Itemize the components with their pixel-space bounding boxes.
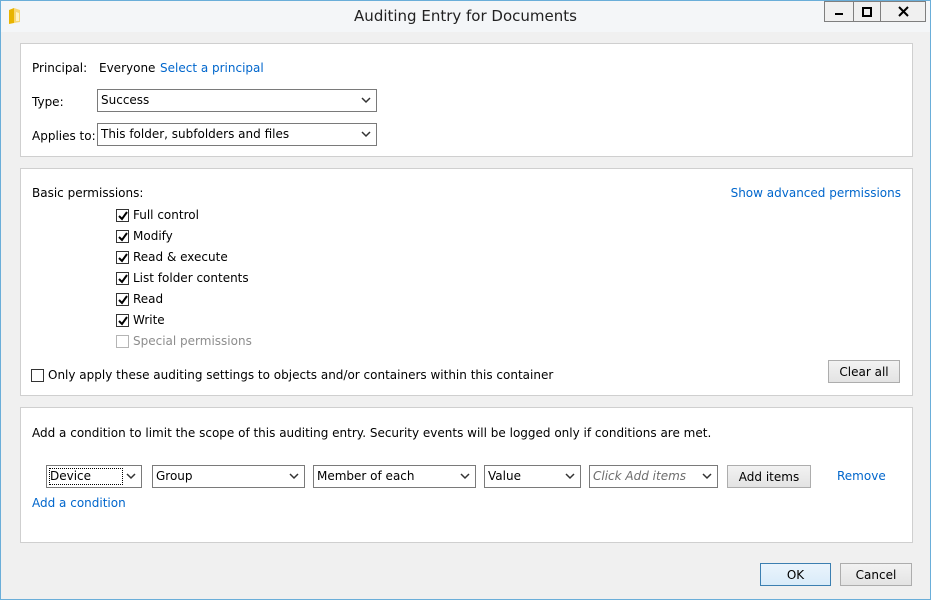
permission-row[interactable]: Read & execute — [116, 249, 228, 265]
maximize-icon — [862, 6, 872, 17]
permission-row[interactable]: Modify — [116, 228, 173, 244]
permission-row[interactable]: Full control — [116, 207, 199, 223]
checkmark-icon — [118, 210, 128, 221]
permission-label: Special permissions — [133, 334, 252, 348]
permission-label: Read & execute — [133, 250, 228, 264]
remove-condition-link[interactable]: Remove — [837, 469, 886, 483]
maximize-button[interactable] — [853, 1, 880, 22]
chevron-down-icon — [565, 473, 575, 480]
permission-checkbox[interactable] — [116, 271, 129, 285]
permission-checkbox — [116, 334, 129, 348]
clear-all-button[interactable]: Clear all — [828, 360, 900, 383]
permission-row[interactable]: List folder contents — [116, 270, 249, 286]
chevron-down-icon — [460, 473, 470, 480]
items-placeholder: Click Add items — [593, 469, 687, 483]
type-select-value: Success — [101, 93, 150, 107]
permission-checkbox[interactable] — [116, 250, 129, 264]
permission-checkbox[interactable] — [116, 208, 129, 222]
attribute-value: Group — [156, 469, 193, 483]
value-type-value: Value — [488, 469, 521, 483]
checkmark-icon — [118, 273, 128, 284]
close-button[interactable] — [880, 1, 926, 22]
checkmark-icon — [118, 231, 128, 242]
condition-description: Add a condition to limit the scope of th… — [32, 426, 712, 440]
only-apply-checkbox-row[interactable]: Only apply these auditing settings to ob… — [31, 367, 553, 383]
operator-value: Member of each — [317, 469, 415, 483]
value-type-select[interactable]: Value — [484, 465, 581, 488]
permission-checkbox[interactable] — [116, 292, 129, 306]
permission-label: Modify — [133, 229, 173, 243]
type-label: Type: — [32, 95, 64, 109]
items-select[interactable]: Click Add items — [589, 465, 718, 488]
applies-to-select[interactable]: This folder, subfolders and files — [97, 123, 377, 146]
type-select[interactable]: Success — [97, 89, 377, 112]
condition-section: Add a condition to limit the scope of th… — [20, 407, 913, 543]
permission-row: Special permissions — [116, 333, 252, 349]
principal-label: Principal: — [32, 61, 88, 75]
chevron-down-icon — [289, 473, 299, 480]
window-title: Auditing Entry for Documents — [354, 7, 577, 25]
checkmark-icon — [118, 294, 128, 305]
close-icon — [897, 6, 909, 17]
add-condition-link[interactable]: Add a condition — [32, 496, 126, 510]
operator-select[interactable]: Member of each — [313, 465, 476, 488]
attribute-source-value: Device — [50, 469, 92, 483]
permission-label: Read — [133, 292, 164, 306]
permission-row[interactable]: Write — [116, 312, 165, 328]
basic-permissions-heading: Basic permissions: — [32, 186, 144, 200]
applies-to-label: Applies to: — [32, 129, 96, 143]
add-items-button[interactable]: Add items — [727, 465, 811, 488]
permissions-section: Basic permissions: Show advanced permiss… — [20, 168, 913, 396]
chevron-down-icon — [361, 131, 371, 138]
checkmark-icon — [118, 252, 128, 263]
permission-row[interactable]: Read — [116, 291, 163, 307]
chevron-down-icon — [702, 473, 712, 480]
select-principal-link[interactable]: Select a principal — [160, 61, 264, 75]
auditing-entry-dialog: Auditing Entry for Documents Principal: … — [0, 0, 931, 600]
minimize-icon — [835, 12, 843, 15]
permission-checkbox[interactable] — [116, 229, 129, 243]
attribute-source-select[interactable]: Device — [46, 465, 142, 488]
cancel-button[interactable]: Cancel — [840, 563, 912, 586]
applies-to-select-value: This folder, subfolders and files — [101, 127, 290, 141]
principal-section: Principal: Everyone Select a principal T… — [20, 43, 913, 157]
permission-checkbox[interactable] — [116, 313, 129, 327]
attribute-select[interactable]: Group — [152, 465, 305, 488]
chevron-down-icon — [361, 97, 371, 104]
chevron-down-icon — [126, 473, 136, 480]
only-apply-label: Only apply these auditing settings to ob… — [48, 368, 554, 382]
checkmark-icon — [118, 315, 128, 326]
permission-label: Write — [133, 313, 165, 327]
principal-value: Everyone — [99, 61, 156, 75]
only-apply-checkbox[interactable] — [31, 368, 44, 382]
permission-label: Full control — [133, 208, 199, 222]
show-advanced-permissions-link[interactable]: Show advanced permissions — [731, 186, 901, 200]
minimize-button[interactable] — [824, 1, 853, 22]
ok-button[interactable]: OK — [760, 563, 831, 586]
permission-label: List folder contents — [133, 271, 249, 285]
title-bar[interactable]: Auditing Entry for Documents — [1, 1, 930, 32]
